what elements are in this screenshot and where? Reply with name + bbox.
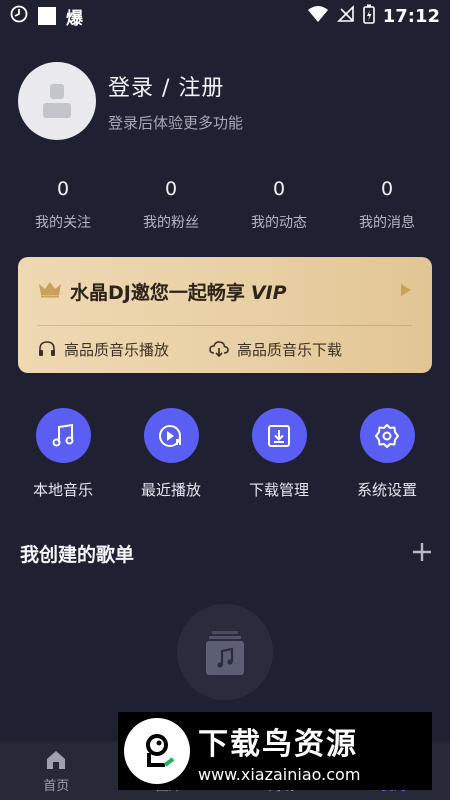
vip-feature-label: 高品质音乐播放 [64,340,170,359]
section-title: 我创建的歌单 [20,544,135,566]
stat-messages[interactable]: 0 我的消息 [342,178,432,232]
quick-action-label: 系统设置 [356,481,417,499]
recent-play-icon [159,424,181,447]
cloud-download-icon [209,341,229,357]
play-arrow-icon[interactable] [400,282,412,301]
headphones-icon [39,341,55,356]
home-icon [47,750,66,769]
nav-label: 首页 [43,778,70,794]
crown-icon [38,280,62,302]
download-icon [268,424,290,447]
stat-label: 我的消息 [359,215,415,231]
empty-playlist-illustration [177,604,273,700]
gear-icon [375,423,399,448]
watermark-url: www.xiazainiao.com [198,764,361,784]
stat-label: 我的关注 [35,215,91,231]
sync-icon [10,5,28,27]
quick-action-label: 下载管理 [248,481,309,499]
local-music-button[interactable]: 本地音乐 [18,408,108,500]
nav-home[interactable]: 首页 [0,742,113,800]
stat-label: 我的粉丝 [143,215,199,231]
settings-button[interactable]: 系统设置 [342,408,432,500]
plus-icon [413,542,431,561]
bird-logo-icon [124,718,190,784]
vip-feature-play: 高品质音乐播放 [38,339,169,360]
avatar[interactable] [18,62,96,140]
add-playlist-button[interactable] [412,542,432,566]
album-stack-icon [206,631,244,675]
vip-feature-download: 高品质音乐下载 [209,339,342,360]
recent-play-button[interactable]: 最近播放 [126,408,216,500]
vip-banner[interactable]: 水晶DJ邀您一起畅享 VIP 高品质音乐播放 高品质音乐下载 [18,257,432,373]
status-carrier-text: 爆 [66,8,83,29]
login-subtitle: 登录后体验更多功能 [108,113,244,132]
vip-feature-label: 高品质音乐下载 [237,340,343,359]
music-note-icon [52,423,74,446]
download-manager-button[interactable]: 下载管理 [234,408,324,500]
stat-value: 0 [164,178,178,200]
profile-header[interactable]: 登录 / 注册 登录后体验更多功能 [18,62,243,140]
watermark-title: 下载鸟资源 [198,726,358,762]
quick-action-label: 最近播放 [140,481,201,499]
stat-label: 我的动态 [251,215,307,231]
stat-value: 0 [380,178,394,200]
watermark-overlay: 下载鸟资源 www.xiazainiao.com [118,712,432,790]
quick-actions: 本地音乐 最近播放 下载管理 系统设置 [18,408,432,500]
stat-following[interactable]: 0 我的关注 [18,178,108,232]
user-icon [43,84,71,118]
vip-title-text: 水晶DJ邀您一起畅享 [70,281,245,304]
vip-word: VIP [250,281,287,304]
login-register-link[interactable]: 登录 / 注册 [108,70,243,102]
stats-row: 0 我的关注 0 我的粉丝 0 我的动态 0 我的消息 [18,178,432,232]
battery-icon [362,4,375,28]
stat-moments[interactable]: 0 我的动态 [234,178,324,232]
status-bar: 爆 17:12 [0,0,450,32]
quick-action-label: 本地音乐 [32,481,93,499]
wifi-icon [307,5,329,27]
my-playlists-header: 我创建的歌单 [20,540,432,567]
stat-value: 0 [272,178,286,200]
signal-icon [336,5,355,27]
stat-fans[interactable]: 0 我的粉丝 [126,178,216,232]
vip-title: 水晶DJ邀您一起畅享 VIP [70,278,287,305]
notification-icon [38,7,56,25]
status-time: 17:12 [382,5,440,27]
stat-value: 0 [56,178,70,200]
